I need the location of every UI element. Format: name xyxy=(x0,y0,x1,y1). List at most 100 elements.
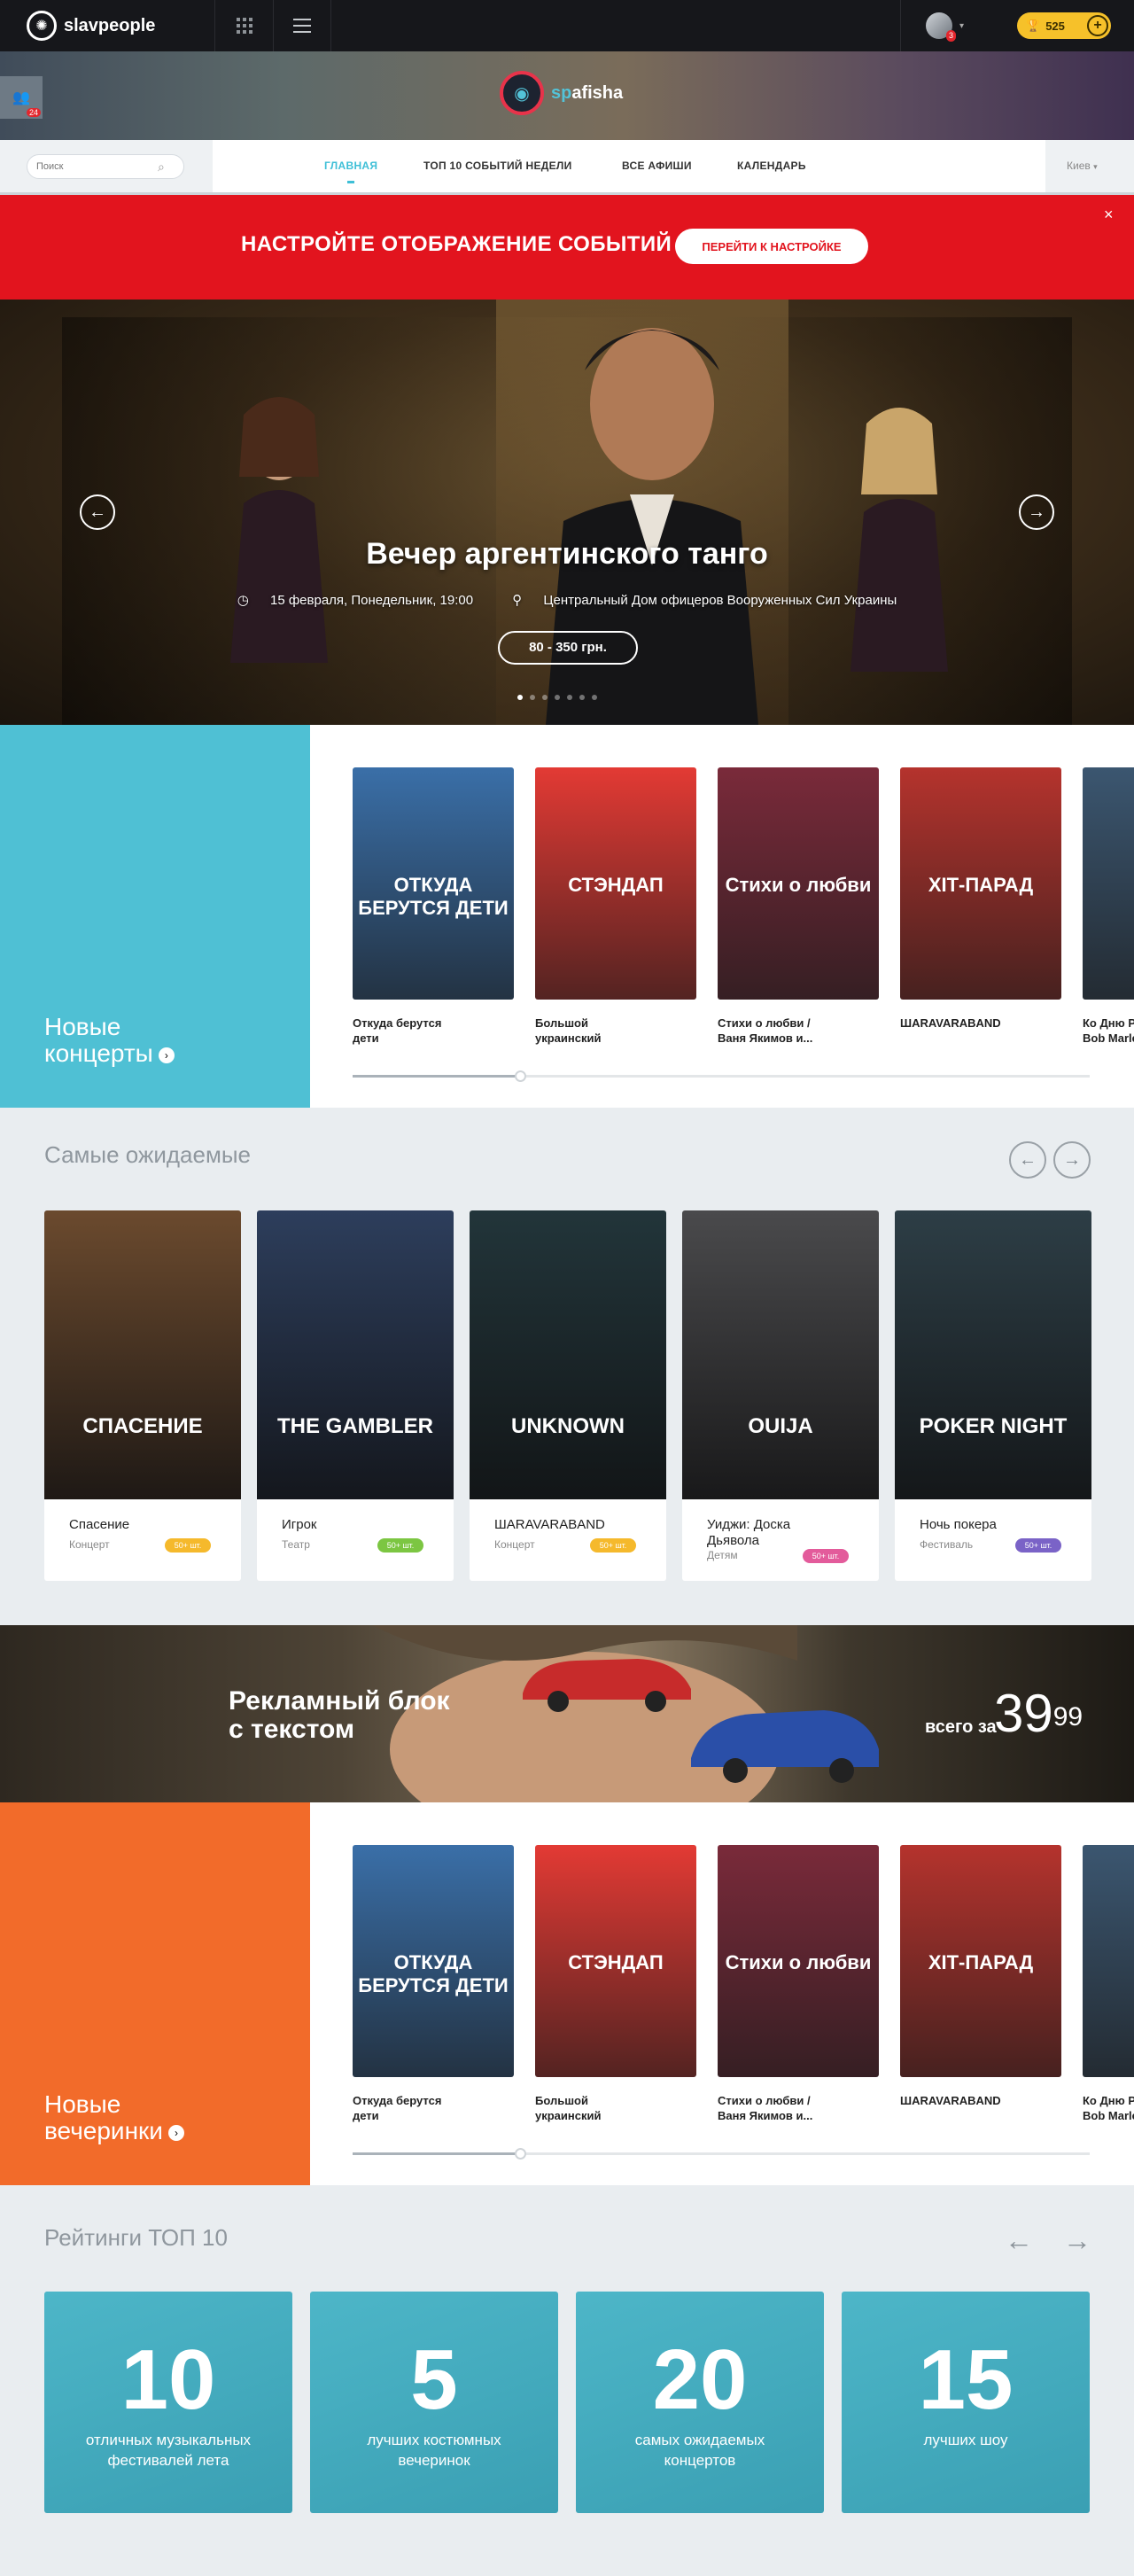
hero-meta: ◷ 15 февраля, Понедельник, 19:00 ⚲ Центр… xyxy=(0,592,1134,608)
hero-dot[interactable] xyxy=(592,695,597,700)
parties-scrollbar[interactable] xyxy=(353,2148,1090,2160)
poster-caption[interactable]: Ко Дню РожBob Marley - xyxy=(1083,2093,1134,2123)
poster-card[interactable]: ОТКУДА БЕРУТСЯ ДЕТИ Откуда берутся дети xyxy=(353,767,514,1046)
friends-badge: 24 xyxy=(26,108,41,117)
ratings-prev-arrow-icon[interactable]: ← xyxy=(1005,2224,1033,2257)
coins-balance[interactable]: 🏆 525 + xyxy=(1017,12,1111,39)
poster-card[interactable]: Стихи о любви Стихи о любви / Ваня Якимов … xyxy=(718,767,879,1046)
poster-card[interactable]: СТЭНДАП Большой украинский xyxy=(535,1845,696,2123)
rating-tile[interactable]: 10 отличных музыкальных фестивалей лета xyxy=(44,2292,292,2513)
go-to-settings-button[interactable]: ПЕРЕЙТИ К НАСТРОЙКЕ xyxy=(675,229,868,264)
poster-image[interactable]: ОТКУДА БЕРУТСЯ ДЕТИ xyxy=(353,767,514,1000)
users-icon: 👥 xyxy=(12,90,30,105)
awaited-next-button[interactable]: → xyxy=(1053,1141,1091,1179)
hero-dot[interactable] xyxy=(555,695,560,700)
scroll-handle[interactable] xyxy=(515,2148,526,2160)
poster-image[interactable]: СТЭНДАП xyxy=(535,1845,696,2077)
hero-title: Вечер аргентинского танго xyxy=(366,537,768,571)
awaited-prev-button[interactable]: ← xyxy=(1009,1141,1046,1179)
poster-caption-line1: Большой xyxy=(535,1016,588,1030)
parties-side-title[interactable]: Новые вечеринки › xyxy=(44,2091,184,2144)
nav-item-all[interactable]: ВСЕ АФИШИ xyxy=(622,160,692,172)
friends-button[interactable]: 👥 24 xyxy=(0,76,43,119)
hero-dot[interactable] xyxy=(567,695,572,700)
movie-poster[interactable]: OUIJA xyxy=(682,1210,879,1499)
movie-card[interactable]: СПАСЕНИЕ Спасение Концерт 50+ шт. xyxy=(44,1210,241,1581)
rating-tile[interactable]: 15 лучших шоу xyxy=(842,2292,1090,2513)
city-select[interactable]: Киев ▾ xyxy=(1045,140,1134,192)
scroll-handle[interactable] xyxy=(515,1070,526,1082)
poster-image[interactable]: ЛЕВИ xyxy=(1083,767,1134,1000)
movie-title[interactable]: Ночь покера xyxy=(920,1517,1044,1533)
poster-caption[interactable]: Стихи о любви / Ваня Якимов и... xyxy=(718,2093,879,2123)
poster-caption[interactable]: Откуда берутся дети xyxy=(353,1016,514,1046)
movie-poster[interactable]: UNKNOWN xyxy=(470,1210,666,1499)
coins-value: 525 xyxy=(1045,19,1065,33)
hero-dot[interactable] xyxy=(530,695,535,700)
poster-card[interactable]: ХІТ-ПАРАД ШARAVARABAND xyxy=(900,767,1061,1031)
hero-dot[interactable] xyxy=(542,695,548,700)
hero-dot[interactable] xyxy=(517,695,523,700)
hero-prev-button[interactable]: ← xyxy=(80,494,115,530)
spafisha-logo[interactable]: ◉ spafisha xyxy=(500,71,623,115)
hero-price-button[interactable]: 80 - 350 грн. xyxy=(498,631,638,665)
ad-banner[interactable]: Рекламный блок с текстом всего за 3999 xyxy=(0,1625,1134,1802)
movie-poster[interactable]: СПАСЕНИЕ xyxy=(44,1210,241,1499)
poster-image[interactable]: ХІТ-ПАРАД xyxy=(900,767,1061,1000)
search-icon[interactable]: ⌕ xyxy=(158,160,165,175)
poster-card[interactable]: Стихи о любви Стихи о любви / Ваня Якимов … xyxy=(718,1845,879,2123)
movie-poster[interactable]: POKER NIGHT xyxy=(895,1210,1091,1499)
ratings-next-arrow-icon[interactable]: → xyxy=(1063,2224,1091,2257)
add-coins-icon[interactable]: + xyxy=(1087,15,1108,36)
scroll-thumb[interactable] xyxy=(353,2152,523,2155)
poster-image[interactable]: ХІТ-ПАРАД xyxy=(900,1845,1061,2077)
poster-image[interactable]: ОТКУДА БЕРУТСЯ ДЕТИ xyxy=(353,1845,514,2077)
movie-title[interactable]: ШARAVARABAND xyxy=(494,1517,618,1533)
poster-image[interactable]: Стихи о любви xyxy=(718,1845,879,2077)
poster-card[interactable]: ЛЕВИ Ко Дню РожBob Marley - xyxy=(1083,767,1134,1046)
movie-title[interactable]: Игрок xyxy=(282,1517,406,1533)
movie-card[interactable]: OUIJA Уиджи: Доска Дьявола Детям 50+ шт. xyxy=(682,1210,879,1581)
poster-image[interactable]: ЛЕВИ xyxy=(1083,1845,1134,2077)
poster-image[interactable]: Стихи о любви xyxy=(718,767,879,1000)
user-menu[interactable]: 3 ▾ xyxy=(900,0,989,51)
dancer-left-image xyxy=(230,397,328,663)
movie-card[interactable]: THE GAMBLER Игрок Театр 50+ шт. xyxy=(257,1210,454,1581)
poster-caption[interactable]: ШARAVARABAND xyxy=(900,1016,1061,1031)
hero-dot[interactable] xyxy=(579,695,585,700)
poster-caption[interactable]: Большой украинский xyxy=(535,2093,696,2123)
movie-card[interactable]: UNKNOWN ШARAVARABAND Концерт 50+ шт. xyxy=(470,1210,666,1581)
movie-card[interactable]: POKER NIGHT Ночь покера Фестиваль 50+ шт. xyxy=(895,1210,1091,1581)
rating-tile[interactable]: 20 самых ожидаемых концертов xyxy=(576,2292,824,2513)
nav-item-top10[interactable]: ТОП 10 СОБЫТИЙ НЕДЕЛИ xyxy=(423,160,572,172)
apps-grid-button[interactable] xyxy=(214,0,273,51)
poster-caption[interactable]: Стихи о любви / Ваня Якимов и... xyxy=(718,1016,879,1046)
main-nav: ⌕ ГЛАВНАЯ ТОП 10 СОБЫТИЙ НЕДЕЛИ ВСЕ АФИШ… xyxy=(0,140,1134,195)
rating-tile[interactable]: 5 лучших костюмных вечеринок xyxy=(310,2292,558,2513)
hero-place[interactable]: Центральный Дом офицеров Вооруженных Сил… xyxy=(543,593,897,608)
poster-image[interactable]: СТЭНДАП xyxy=(535,767,696,1000)
site-logo[interactable]: ✺ slavpeople xyxy=(27,11,155,41)
movie-poster[interactable]: THE GAMBLER xyxy=(257,1210,454,1499)
poster-caption[interactable]: ШARAVARABAND xyxy=(900,2093,1061,2108)
nav-item-home[interactable]: ГЛАВНАЯ xyxy=(324,160,377,183)
poster-caption[interactable]: Большой украинский xyxy=(535,1016,696,1046)
concerts-scrollbar[interactable] xyxy=(353,1070,1090,1082)
menu-button[interactable] xyxy=(273,0,331,51)
concerts-side-panel[interactable]: Новые концерты › xyxy=(0,725,310,1108)
hero-next-button[interactable]: → xyxy=(1019,494,1054,530)
movie-title[interactable]: Спасение xyxy=(69,1517,193,1533)
poster-caption[interactable]: Ко Дню РожBob Marley - xyxy=(1083,1016,1134,1046)
poster-card[interactable]: СТЭНДАП Большой украинский xyxy=(535,767,696,1046)
scroll-thumb[interactable] xyxy=(353,1075,523,1078)
parties-side-panel[interactable]: Новые вечеринки › xyxy=(0,1802,310,2185)
nav-item-calendar[interactable]: КАЛЕНДАРЬ xyxy=(737,160,806,172)
poster-card[interactable]: ХІТ-ПАРАД ШARAVARABAND xyxy=(900,1845,1061,2108)
poster-card[interactable]: ОТКУДА БЕРУТСЯ ДЕТИ Откуда берутся дети xyxy=(353,1845,514,2123)
movie-title[interactable]: Уиджи: Доска Дьявола xyxy=(707,1517,831,1549)
concerts-side-title[interactable]: Новые концерты › xyxy=(44,1014,175,1067)
poster-caption[interactable]: Откуда берутся дети xyxy=(353,2093,514,2123)
blue-car-icon xyxy=(691,1710,879,1783)
close-icon[interactable]: × xyxy=(1104,206,1114,224)
poster-card[interactable]: ЛЕВИ Ко Дню РожBob Marley - xyxy=(1083,1845,1134,2123)
